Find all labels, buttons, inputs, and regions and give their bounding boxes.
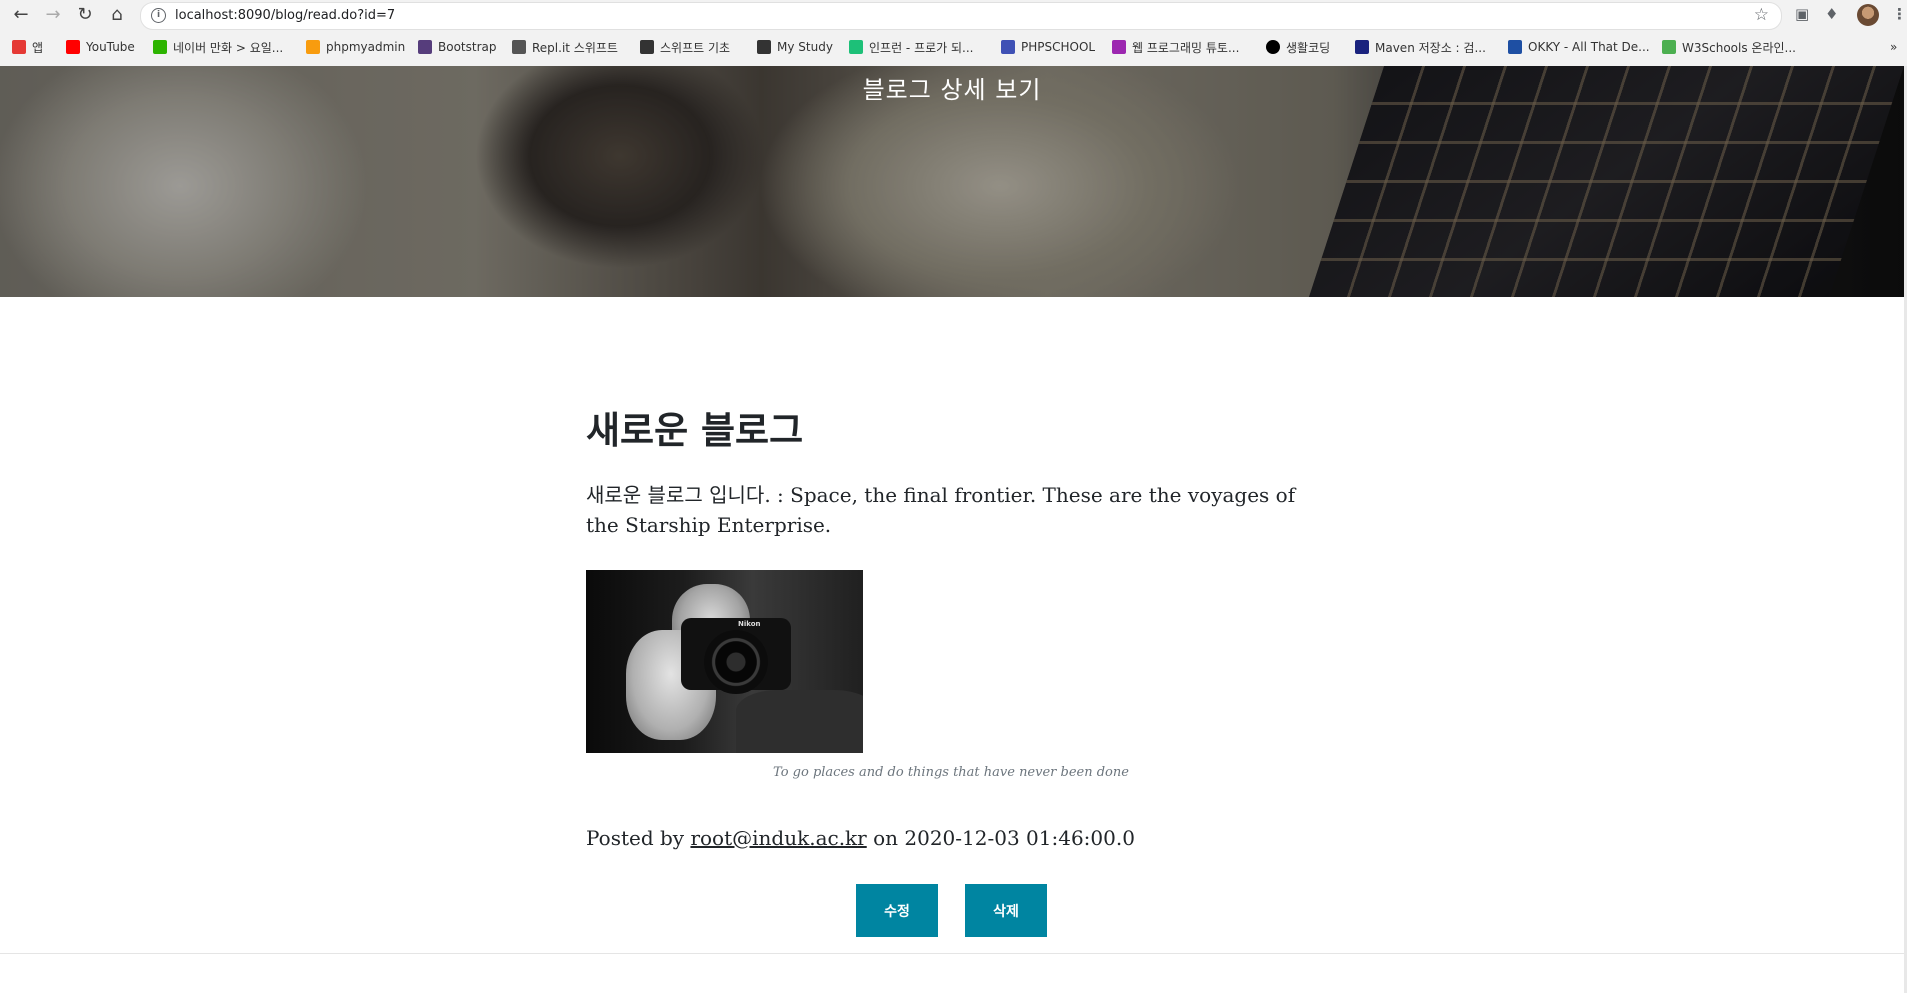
maven-icon xyxy=(1355,40,1369,54)
bookmark-item[interactable]: YouTube xyxy=(66,37,135,57)
bookmark-item[interactable]: phpmyadmin xyxy=(306,37,405,57)
apps-grid-icon xyxy=(12,40,26,54)
bookmark-star-icon[interactable]: ☆ xyxy=(1754,5,1769,25)
okky-icon xyxy=(1508,40,1522,54)
post-title: 새로운 블로그 xyxy=(586,409,804,452)
extensions-icon[interactable]: ♦ xyxy=(1825,5,1838,23)
page-heading: 블로그 상세 보기 xyxy=(862,76,1042,104)
home-icon[interactable]: ⌂ xyxy=(106,4,128,26)
address-bar[interactable]: i localhost:8090/blog/read.do?id=7 ☆ xyxy=(140,2,1782,30)
w3schools-icon xyxy=(1662,40,1676,54)
image-caption: To go places and do things that have nev… xyxy=(773,765,1129,780)
profile-avatar[interactable] xyxy=(1857,4,1879,26)
browser-chrome: ← → ↻ ⌂ i localhost:8090/blog/read.do?id… xyxy=(0,0,1907,67)
bookmark-item[interactable]: 스위프트 기초 xyxy=(640,37,730,57)
reload-icon[interactable]: ↻ xyxy=(74,4,96,26)
phpschool-icon xyxy=(1001,40,1015,54)
bookmark-item[interactable]: 웹 프로그래밍 튜토... xyxy=(1112,37,1239,57)
circle-icon xyxy=(1266,40,1280,54)
bookmark-label: 스위프트 기초 xyxy=(660,40,731,55)
replit-icon xyxy=(512,40,526,54)
author-link[interactable]: root@induk.ac.kr xyxy=(690,826,866,850)
phpmyadmin-icon xyxy=(306,40,320,54)
meta-prefix: Posted by xyxy=(586,826,691,850)
bookmark-label: phpmyadmin xyxy=(326,40,406,54)
site-info-icon[interactable]: i xyxy=(151,8,166,23)
post-meta: Posted by root@induk.ac.kr on 2020-12-03… xyxy=(586,826,1135,850)
bookmark-label: Bootstrap xyxy=(438,40,497,54)
bookmark-item[interactable]: 앱 xyxy=(12,37,43,57)
bookmark-label: 웹 프로그래밍 튜토... xyxy=(1132,40,1240,55)
bookmark-label: My Study xyxy=(777,40,833,54)
delete-button[interactable]: 삭제 xyxy=(965,884,1047,937)
footer-divider xyxy=(0,953,1904,954)
bookmark-label: 인프런 - 프로가 되... xyxy=(869,40,974,55)
inflearn-icon xyxy=(849,40,863,54)
bookmark-item[interactable]: 인프런 - 프로가 되... xyxy=(849,37,974,57)
browser-toolbar: ← → ↻ ⌂ i localhost:8090/blog/read.do?id… xyxy=(0,0,1907,30)
bootstrap-icon xyxy=(418,40,432,54)
youtube-icon xyxy=(66,40,80,54)
post-image: Nikon xyxy=(586,570,863,753)
web-tutorial-icon xyxy=(1112,40,1126,54)
bookmark-label: 앱 xyxy=(32,40,44,55)
bookmark-label: Repl.it 스위프트 xyxy=(532,40,618,55)
header-banner: 블로그 상세 보기 xyxy=(0,66,1904,297)
camera-icon[interactable]: ▣ xyxy=(1795,5,1809,23)
bookmark-label: PHPSCHOOL xyxy=(1021,40,1096,54)
bookmark-item[interactable]: W3Schools 온라인... xyxy=(1662,37,1796,57)
address-url[interactable]: localhost:8090/blog/read.do?id=7 xyxy=(175,8,395,23)
bookmark-label: W3Schools 온라인... xyxy=(1682,40,1796,55)
bookmark-item[interactable]: My Study xyxy=(757,37,833,57)
bookmark-item[interactable]: Maven 저장소 : 검... xyxy=(1355,37,1486,57)
bookmark-label: 생활코딩 xyxy=(1286,40,1331,55)
bookmark-item[interactable]: Bootstrap xyxy=(418,37,496,57)
naver-webtoon-icon xyxy=(153,40,167,54)
bookmark-label: 네이버 만화 > 요일... xyxy=(173,40,284,55)
bookmark-label: Maven 저장소 : 검... xyxy=(1375,40,1486,55)
forward-icon[interactable]: → xyxy=(42,4,64,26)
edit-button[interactable]: 수정 xyxy=(856,884,938,937)
bookmark-item[interactable]: Repl.it 스위프트 xyxy=(512,37,618,57)
bookmarks-bar: 앱 YouTube 네이버 만화 > 요일... phpmyadmin Bootstra… xyxy=(0,33,1907,61)
bookmark-item[interactable]: 네이버 만화 > 요일... xyxy=(153,37,283,57)
bookmark-item[interactable]: PHPSCHOOL xyxy=(1001,37,1095,57)
meta-on: on xyxy=(866,826,905,850)
bookmark-label: OKKY - All That De... xyxy=(1528,40,1650,54)
menu-kebab-icon[interactable]: ⋮ xyxy=(1892,5,1907,23)
globe-icon xyxy=(640,40,654,54)
bookmark-item[interactable]: 생활코딩 xyxy=(1266,37,1330,57)
bookmark-label: YouTube xyxy=(86,40,135,54)
back-icon[interactable]: ← xyxy=(10,4,32,26)
bookmark-item[interactable]: OKKY - All That De... xyxy=(1508,37,1650,57)
dots-icon xyxy=(757,40,771,54)
bookmarks-overflow-icon[interactable]: » xyxy=(1890,37,1897,57)
post-body: 새로운 블로그 입니다. : Space, the final frontier… xyxy=(586,483,1296,537)
post-date: 2020-12-03 01:46:00.0 xyxy=(904,826,1135,850)
